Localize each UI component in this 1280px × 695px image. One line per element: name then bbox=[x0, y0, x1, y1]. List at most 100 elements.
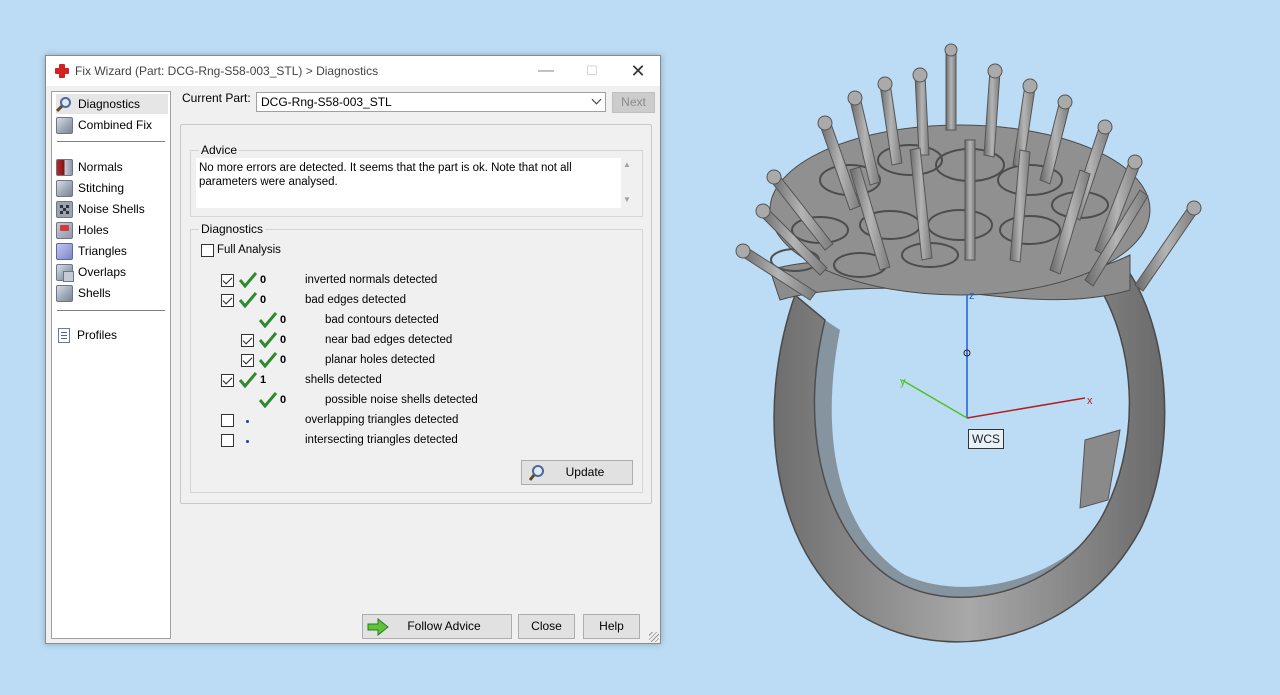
nav-item-label: Combined Fix bbox=[78, 118, 153, 132]
magnifier-icon bbox=[55, 96, 73, 113]
holes-icon bbox=[56, 221, 73, 239]
wcs-label: WCS bbox=[968, 429, 1004, 449]
update-button[interactable]: Update bbox=[521, 460, 633, 485]
minimize-button[interactable]: — bbox=[530, 60, 562, 82]
full-analysis-checkbox[interactable] bbox=[201, 244, 214, 257]
3d-viewport[interactable] bbox=[700, 30, 1260, 660]
bad-contours-label: bad contours detected bbox=[325, 314, 439, 326]
nav-divider bbox=[57, 141, 165, 142]
ring-model[interactable] bbox=[735, 43, 1202, 643]
nav-divider bbox=[57, 310, 165, 311]
pending-dot-icon bbox=[246, 420, 249, 423]
cube-icon bbox=[56, 116, 73, 134]
scroll-down-icon[interactable]: ▼ bbox=[621, 194, 633, 206]
advice-text-line2: parameters were analysed. bbox=[199, 175, 609, 189]
near-bad-edges-label: near bad edges detected bbox=[325, 334, 453, 346]
stitching-icon bbox=[56, 179, 73, 197]
planar-holes-label: planar holes detected bbox=[325, 354, 435, 366]
check-icon bbox=[239, 292, 257, 308]
x-axis-line bbox=[966, 397, 1086, 419]
pending-dot-icon bbox=[246, 440, 249, 443]
help-button[interactable]: Help bbox=[583, 614, 640, 639]
nav-item-profiles[interactable]: Profiles bbox=[56, 325, 168, 345]
nav-item-label: Noise Shells bbox=[78, 202, 145, 216]
nav-item-triangles[interactable]: Triangles bbox=[56, 241, 168, 261]
nav-item-label: Diagnostics bbox=[78, 97, 141, 111]
next-button[interactable]: Next bbox=[612, 92, 655, 113]
nav-item-combined-fix[interactable]: Combined Fix bbox=[56, 115, 168, 135]
follow-advice-button[interactable]: Follow Advice bbox=[362, 614, 512, 639]
nav-item-normals[interactable]: Normals bbox=[56, 157, 168, 177]
magnifier-icon bbox=[528, 465, 544, 481]
y-axis-label: y bbox=[900, 376, 906, 388]
overlapping-triangles-label: overlapping triangles detected bbox=[305, 414, 459, 426]
nav-item-noise-shells[interactable]: Noise Shells bbox=[56, 199, 168, 219]
check-icon bbox=[259, 392, 277, 408]
intersecting-triangles-label: intersecting triangles detected bbox=[305, 434, 458, 446]
wcs-axes bbox=[901, 295, 1086, 419]
nav-item-label: Profiles bbox=[77, 328, 118, 342]
fix-wizard-dialog: Fix Wizard (Part: DCG-Rng-S58-003_STL) >… bbox=[45, 55, 661, 644]
nav-item-label: Normals bbox=[78, 160, 123, 174]
bad-edges-checkbox[interactable] bbox=[221, 294, 234, 307]
app-cross-icon bbox=[55, 64, 69, 78]
bad-edges-count: 0 bbox=[260, 294, 267, 306]
planar-holes-count: 0 bbox=[280, 354, 287, 366]
diagnostics-group: Diagnostics Full Analysis 0 inverted nor… bbox=[190, 222, 643, 493]
inverted-normals-checkbox[interactable] bbox=[221, 274, 234, 287]
resize-grip[interactable] bbox=[649, 632, 659, 642]
current-part-value: DCG-Rng-S58-003_STL bbox=[261, 95, 392, 109]
bad-contours-count: 0 bbox=[280, 314, 287, 326]
chevron-down-icon bbox=[591, 94, 602, 105]
check-icon bbox=[259, 352, 277, 368]
nav-item-stitching[interactable]: Stitching bbox=[56, 178, 168, 198]
check-icon bbox=[259, 332, 277, 348]
window-title: Fix Wizard (Part: DCG-Rng-S58-003_STL) >… bbox=[75, 64, 379, 78]
advice-text-line1: No more errors are detected. It seems th… bbox=[199, 161, 609, 175]
wizard-nav: Diagnostics Combined Fix Normals Stitchi… bbox=[51, 91, 171, 639]
maximize-button[interactable]: ☐ bbox=[576, 60, 608, 82]
near-bad-edges-count: 0 bbox=[280, 334, 287, 346]
advice-group: Advice No more errors are detected. It s… bbox=[190, 143, 643, 217]
z-axis-label: z bbox=[969, 290, 975, 302]
nav-item-label: Stitching bbox=[78, 181, 125, 195]
shells-count: 1 bbox=[260, 374, 267, 386]
x-axis-label: x bbox=[1087, 395, 1093, 407]
y-axis-line bbox=[901, 379, 968, 419]
intersecting-triangles-checkbox[interactable] bbox=[221, 434, 234, 447]
near-bad-edges-checkbox[interactable] bbox=[241, 334, 254, 347]
overlapping-triangles-checkbox[interactable] bbox=[221, 414, 234, 427]
current-part-label: Current Part: bbox=[182, 91, 251, 105]
inverted-normals-label: inverted normals detected bbox=[305, 274, 438, 286]
shells-icon bbox=[56, 284, 73, 302]
check-icon bbox=[239, 272, 257, 288]
overlaps-icon bbox=[56, 263, 74, 282]
profiles-icon bbox=[58, 328, 70, 343]
title-bar[interactable]: Fix Wizard (Part: DCG-Rng-S58-003_STL) >… bbox=[46, 56, 660, 86]
triangles-icon bbox=[56, 242, 73, 260]
nav-item-label: Triangles bbox=[78, 244, 127, 258]
bad-edges-label: bad edges detected bbox=[305, 294, 407, 306]
diagnostics-title: Diagnostics bbox=[199, 222, 266, 236]
scroll-up-icon[interactable]: ▲ bbox=[621, 159, 633, 171]
planar-holes-checkbox[interactable] bbox=[241, 354, 254, 367]
nav-item-shells[interactable]: Shells bbox=[56, 283, 168, 303]
current-part-select[interactable]: DCG-Rng-S58-003_STL bbox=[256, 92, 606, 112]
noise-shells-count: 0 bbox=[280, 394, 287, 406]
arrow-right-icon bbox=[367, 618, 389, 636]
shells-checkbox[interactable] bbox=[221, 374, 234, 387]
inverted-normals-count: 0 bbox=[260, 274, 267, 286]
nav-item-label: Holes bbox=[78, 223, 109, 237]
nav-item-diagnostics[interactable]: Diagnostics bbox=[55, 94, 168, 114]
follow-advice-label: Follow Advice bbox=[407, 619, 481, 633]
nav-item-label: Overlaps bbox=[78, 265, 127, 279]
nav-item-overlaps[interactable]: Overlaps bbox=[56, 262, 168, 282]
close-button[interactable]: Close bbox=[518, 614, 575, 639]
noise-shells-label: possible noise shells detected bbox=[325, 394, 478, 406]
advice-title: Advice bbox=[199, 143, 240, 157]
check-icon bbox=[239, 372, 257, 388]
update-label: Update bbox=[565, 465, 605, 479]
nav-item-holes[interactable]: Holes bbox=[56, 220, 168, 240]
shells-label: shells detected bbox=[305, 374, 382, 386]
close-window-button[interactable]: ✕ bbox=[622, 60, 654, 82]
